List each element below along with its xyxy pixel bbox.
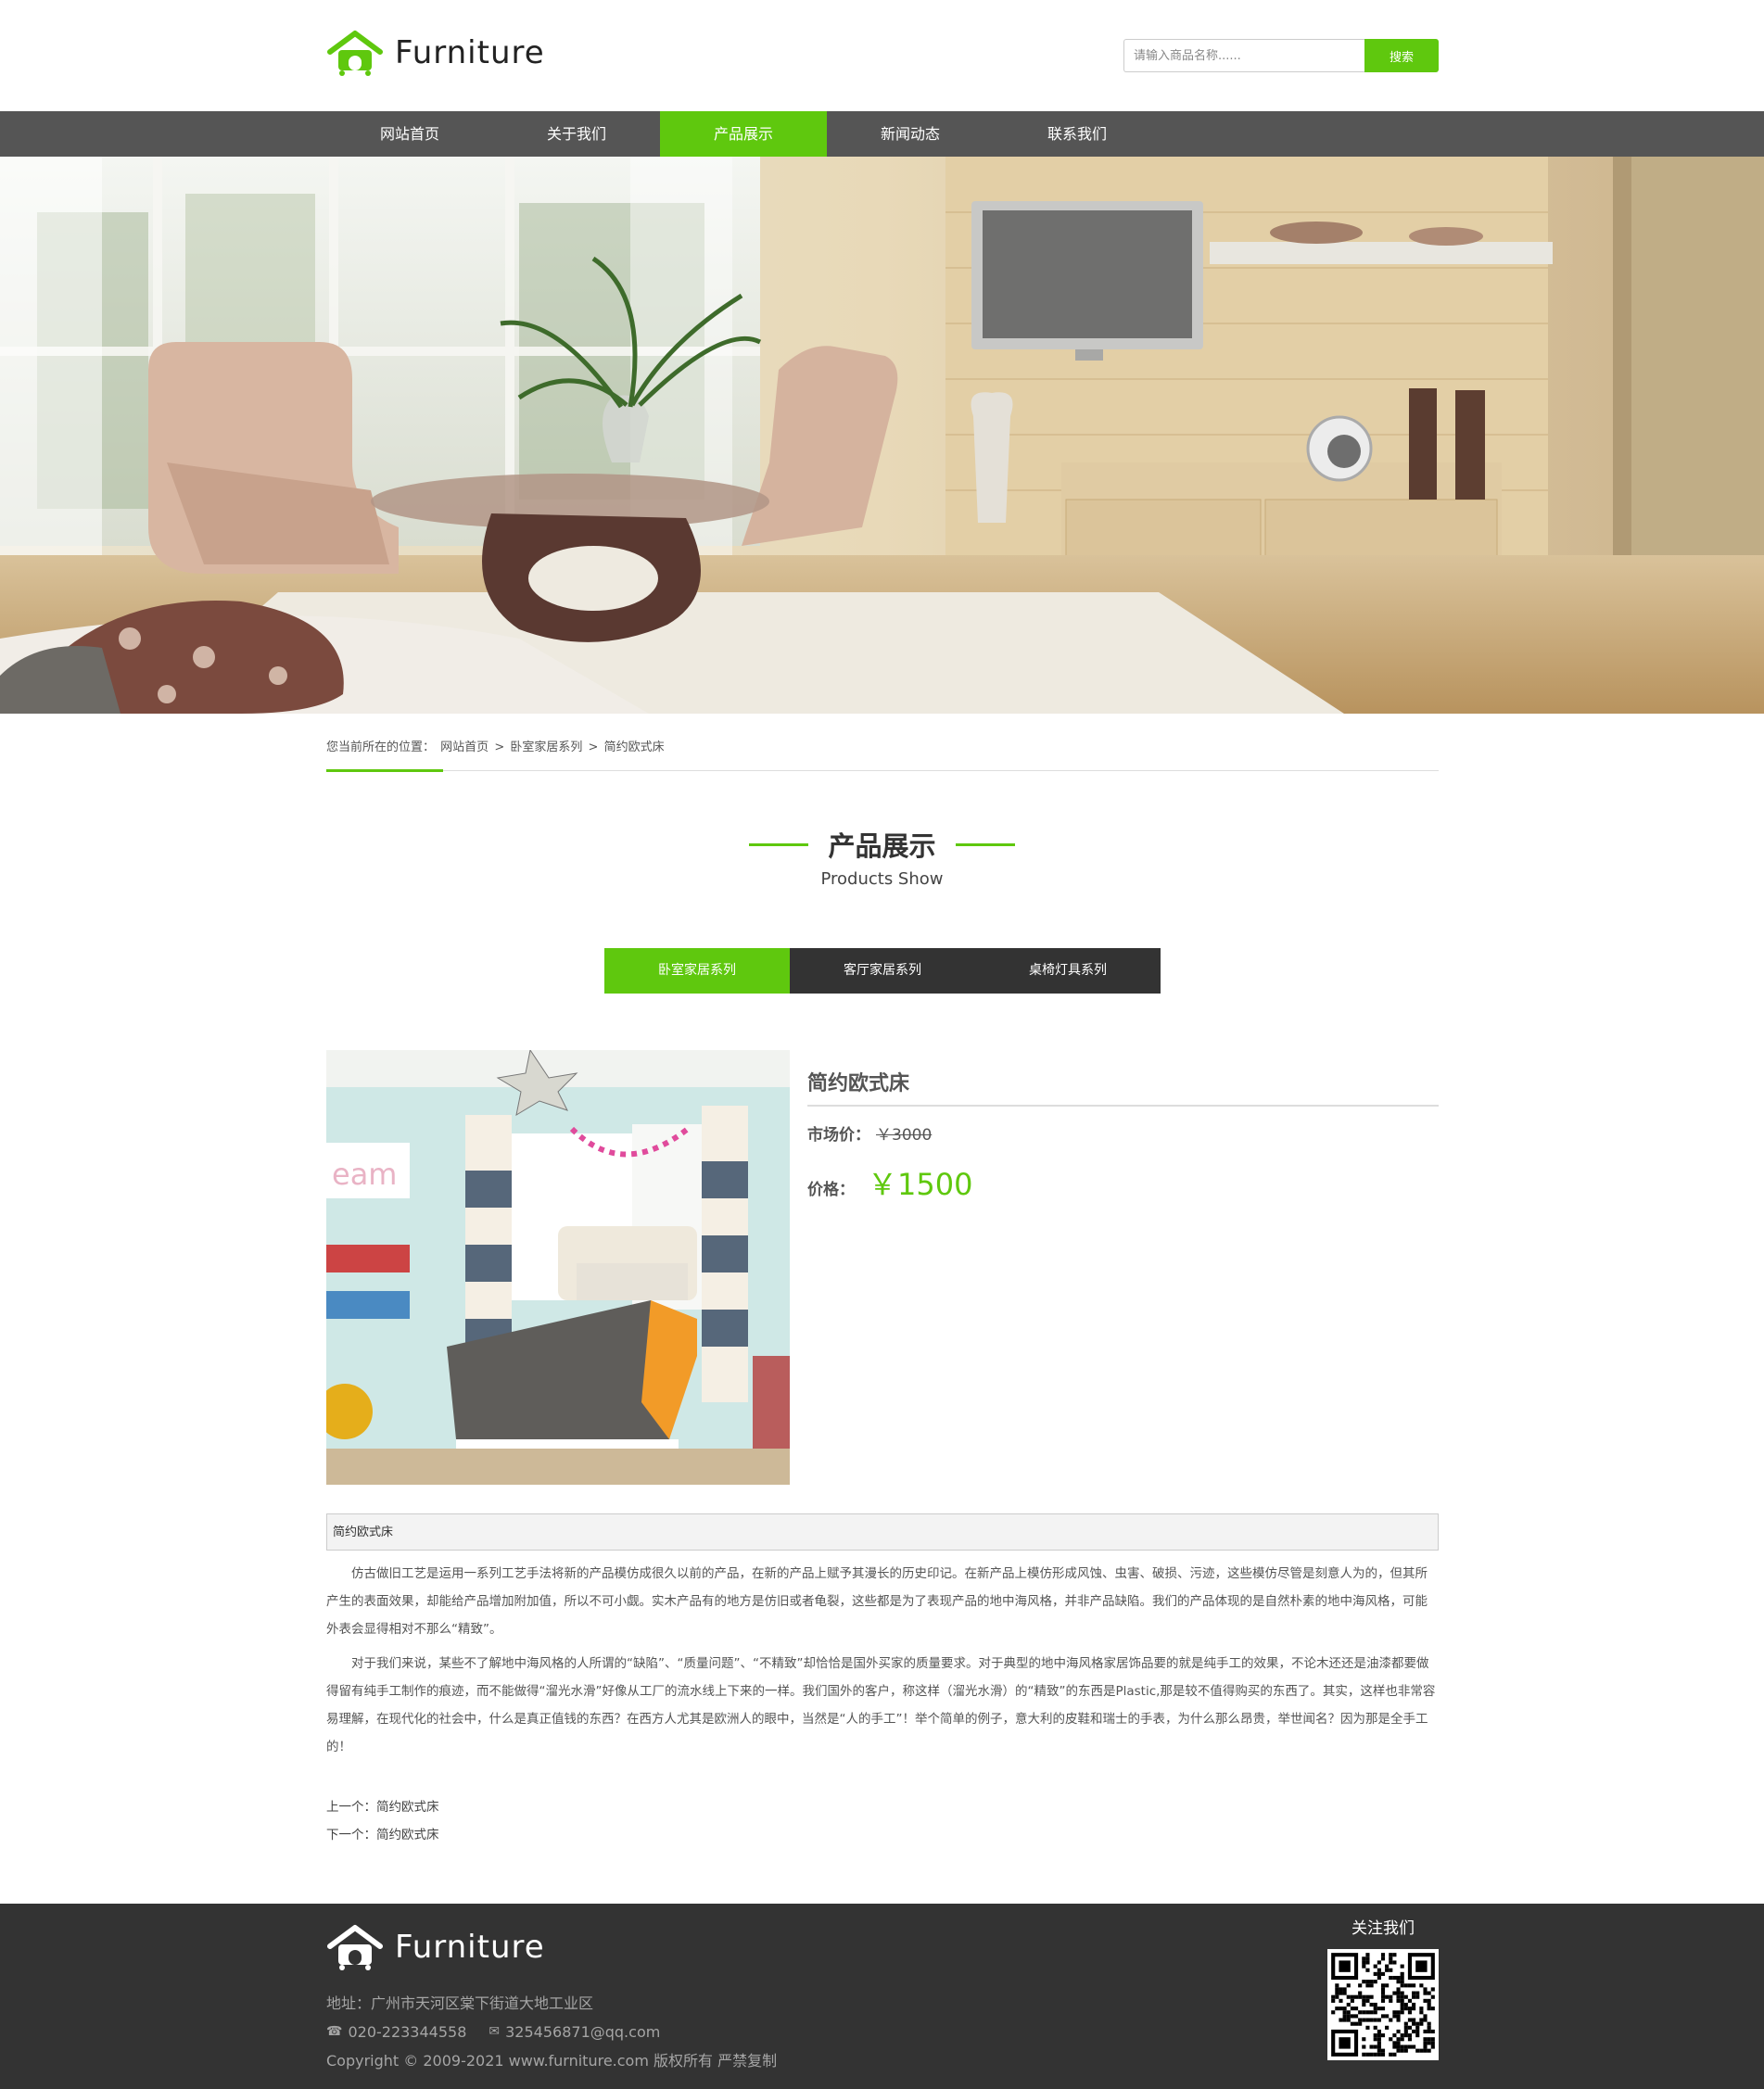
breadcrumb-prefix: 您当前所在的位置： — [326, 741, 436, 754]
category-tabs: 卧室家居系列 客厅家居系列 桌椅灯具系列 — [604, 948, 1161, 994]
footer-contact-row: ☎ 020-223344558 ✉ 325456871@qq.com — [326, 2018, 777, 2046]
next-label: 下一个： — [326, 1828, 376, 1842]
prev-link[interactable]: 简约欧式床 — [376, 1800, 439, 1815]
description-header: 简约欧式床 — [326, 1513, 1439, 1551]
breadcrumb-home[interactable]: 网站首页 — [440, 741, 489, 754]
footer-email: 325456871@qq.com — [505, 2023, 661, 2041]
house-logo-icon — [327, 31, 383, 76]
search-input[interactable] — [1123, 39, 1364, 72]
footer-contact-info: 地址：广州市天河区棠下街道大地工业区 ☎ 020-223344558 ✉ 325… — [326, 1989, 777, 2075]
svg-text:eam: eam — [332, 1157, 397, 1192]
section-title-en: Products Show — [820, 869, 944, 889]
qr-code — [1327, 1949, 1439, 2060]
living-room-banner-image — [0, 157, 1764, 714]
prev-item: 上一个：简约欧式床 — [326, 1793, 439, 1821]
phone-icon: ☎ — [326, 2024, 343, 2039]
footer-copyright: Copyright © 2009-2021 www.furniture.com … — [326, 2052, 778, 2070]
description-paragraph: 对于我们来说，某些不了解地中海风格的人所谓的“缺陷”、“质量问题”、“不精致”却… — [326, 1656, 1436, 1754]
breadcrumb-category[interactable]: 卧室家居系列 — [510, 741, 582, 754]
footer-logo-text: Furniture — [395, 1929, 545, 1966]
bedroom-photo: eam — [326, 1050, 790, 1485]
follow-label: 关注我们 — [1352, 1919, 1415, 1938]
search-bar: 搜索 — [1123, 39, 1439, 72]
logo-text: Furniture — [395, 34, 545, 71]
price-value: ￥1500 — [868, 1167, 973, 1202]
section-title: 产品展示 Products Show — [0, 825, 1764, 889]
footer-logo[interactable]: Furniture — [326, 1924, 545, 1970]
qr-code-image — [1331, 1953, 1435, 2057]
main-nav: 网站首页 关于我们 产品展示 新闻动态 联系我们 — [0, 111, 1764, 157]
house-logo-icon — [327, 1925, 383, 1970]
nav-item-about[interactable]: 关于我们 — [493, 111, 660, 157]
nav-item-home[interactable]: 网站首页 — [326, 111, 493, 157]
price-row: 价格： ￥1500 — [807, 1161, 1439, 1204]
site-header: Furniture 搜索 — [0, 0, 1764, 111]
search-button[interactable]: 搜索 — [1364, 39, 1439, 72]
breadcrumb: 您当前所在的位置： 网站首页 > 卧室家居系列 > 简约欧式床 — [326, 737, 1439, 772]
nav-item-contact[interactable]: 联系我们 — [994, 111, 1161, 157]
prev-label: 上一个： — [326, 1800, 376, 1815]
site-footer: Furniture 地址：广州市天河区棠下街道大地工业区 ☎ 020-22334… — [0, 1904, 1764, 2089]
price-label: 价格： — [807, 1181, 855, 1199]
market-price-label: 市场价： — [807, 1126, 870, 1145]
description-paragraph: 仿古做旧工艺是运用一系列工艺手法将新的产品模仿成很久以前的产品，在新的产品上赋予… — [326, 1566, 1428, 1637]
section-title-cn: 产品展示 — [749, 825, 1015, 864]
site-logo[interactable]: Furniture — [326, 30, 549, 76]
tab-tables-lamps[interactable]: 桌椅灯具系列 — [975, 948, 1161, 994]
footer-address: 地址：广州市天河区棠下街道大地工业区 — [326, 1994, 594, 2012]
product-info: 简约欧式床 市场价： ￥3000 价格： ￥1500 — [807, 1050, 1439, 1204]
next-link[interactable]: 简约欧式床 — [376, 1828, 439, 1842]
footer-phone: 020-223344558 — [348, 2023, 467, 2041]
market-price-row: 市场价： ￥3000 — [807, 1121, 1439, 1145]
hero-banner — [0, 157, 1764, 714]
tab-livingroom[interactable]: 客厅家居系列 — [790, 948, 975, 994]
mail-icon: ✉ — [489, 2024, 501, 2039]
tab-bedroom[interactable]: 卧室家居系列 — [604, 948, 790, 994]
next-item: 下一个：简约欧式床 — [326, 1821, 439, 1849]
prev-next-nav: 上一个：简约欧式床 下一个：简约欧式床 — [326, 1793, 439, 1849]
product-description: 仿古做旧工艺是运用一系列工艺手法将新的产品模仿成很久以前的产品，在新的产品上赋予… — [326, 1560, 1439, 1767]
product-name: 简约欧式床 — [807, 1050, 1439, 1107]
product-image: eam — [326, 1050, 790, 1485]
breadcrumb-separator: > — [494, 741, 505, 754]
breadcrumb-separator: > — [588, 741, 599, 754]
market-price-value: ￥3000 — [876, 1126, 933, 1145]
breadcrumb-current[interactable]: 简约欧式床 — [604, 741, 665, 754]
nav-item-news[interactable]: 新闻动态 — [827, 111, 994, 157]
nav-item-products[interactable]: 产品展示 — [660, 111, 827, 157]
breadcrumb-accent-line — [326, 769, 443, 772]
footer-follow: 关注我们 — [1327, 1915, 1439, 2060]
